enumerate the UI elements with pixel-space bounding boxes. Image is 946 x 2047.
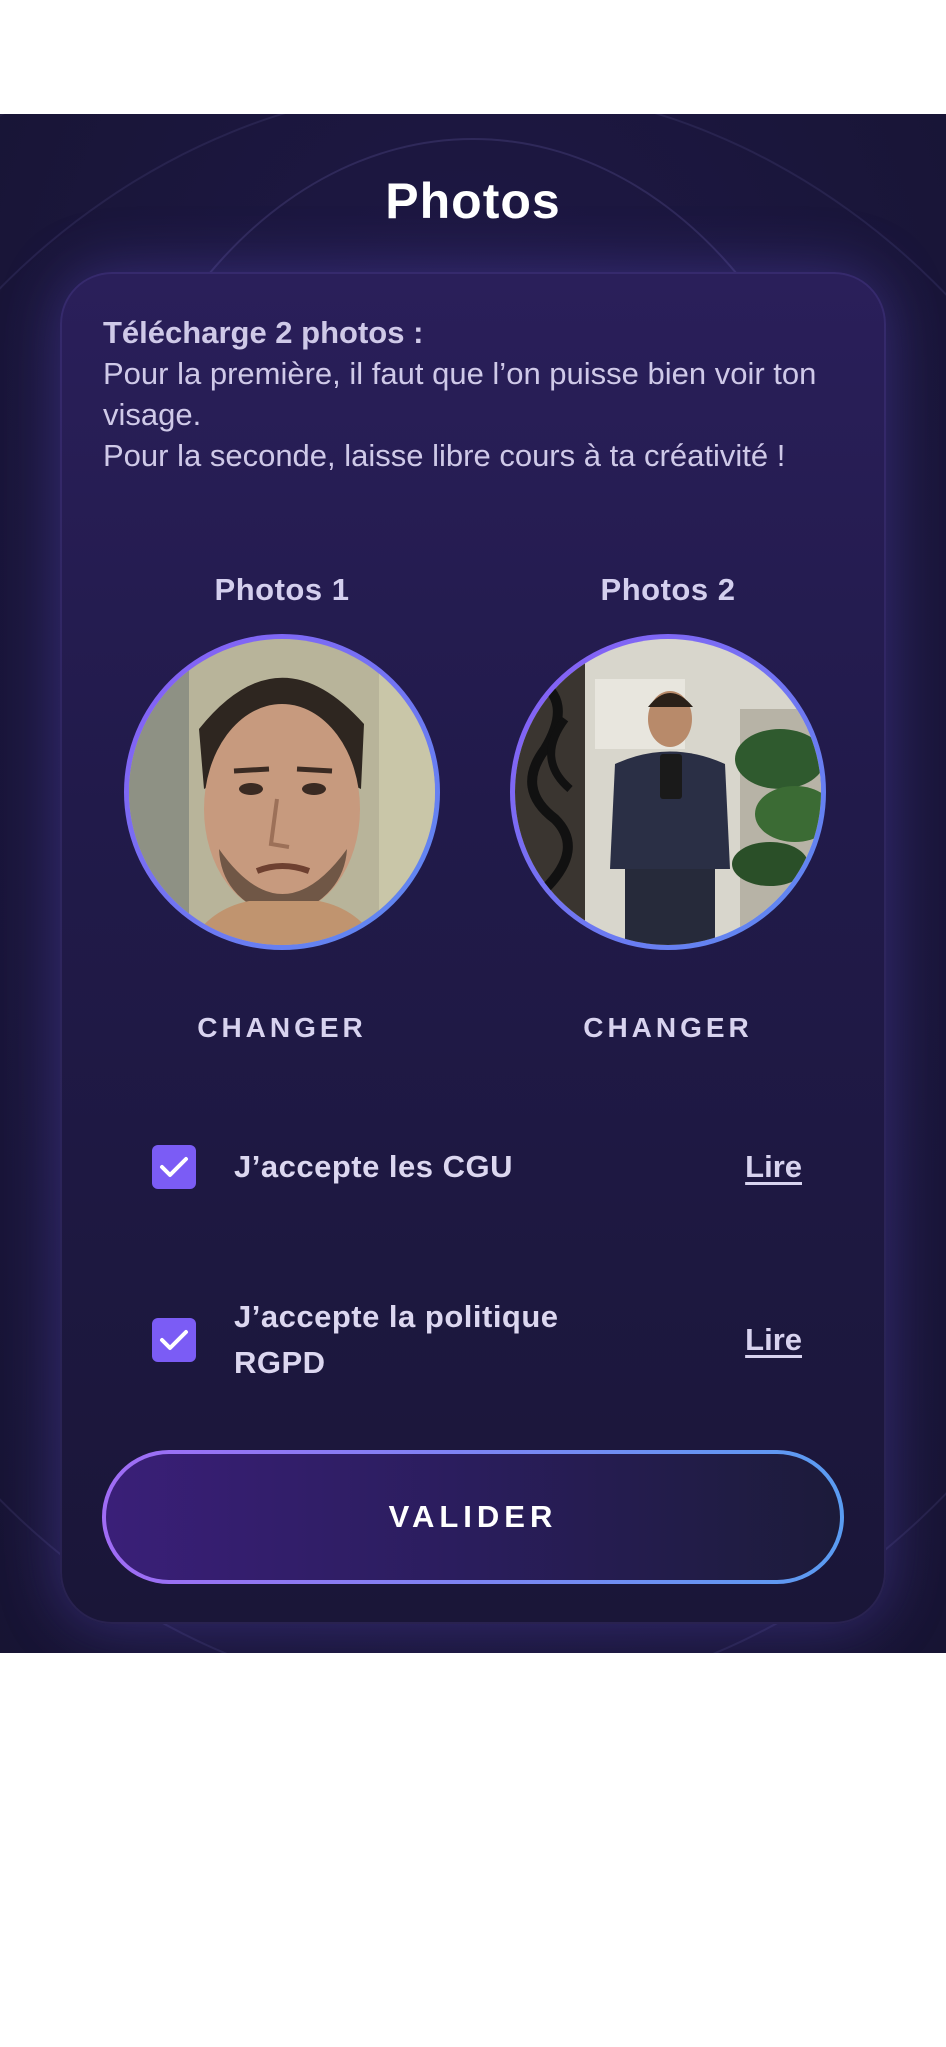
status-area <box>0 0 946 114</box>
consent-cgu: J’accepte les CGU Lire <box>152 1144 802 1190</box>
validate-button-label: VALIDER <box>106 1454 840 1580</box>
photo-label: Photos 1 <box>214 572 350 607</box>
bottom-area <box>0 1653 946 2047</box>
photo-slot-2: Photos 2 CHANGER <box>510 572 826 1044</box>
face-photo <box>129 639 435 945</box>
rgpd-label: J’accepte la politique RGPD <box>234 1299 559 1380</box>
photo-label: Photos 2 <box>600 572 736 607</box>
check-icon <box>160 1330 188 1350</box>
intro-line: Pour la première, il faut que l’on puiss… <box>103 356 817 432</box>
rgpd-checkbox[interactable] <box>152 1318 196 1362</box>
cgu-label: J’accepte les CGU <box>234 1149 514 1184</box>
change-photo-button[interactable]: CHANGER <box>510 1012 826 1044</box>
consent-rgpd: J’accepte la politique RGPD Lire <box>152 1294 802 1386</box>
page-title: Photos <box>385 173 561 229</box>
cgu-checkbox[interactable] <box>152 1145 196 1189</box>
photo-slot-1: Photos 1 CHANGER <box>124 572 440 1044</box>
read-rgpd-link[interactable]: Lire <box>745 1322 802 1358</box>
mirror-selfie-photo <box>515 639 821 945</box>
intro-text: Télécharge 2 photos : Pour la première, … <box>103 312 863 476</box>
intro-heading: Télécharge 2 photos : <box>103 315 424 350</box>
photos-card: Télécharge 2 photos : Pour la première, … <box>60 272 886 1624</box>
photos-screen: Photos Télécharge 2 photos : Pour la pre… <box>0 114 946 1653</box>
photo-frame[interactable] <box>124 634 440 950</box>
intro-line: Pour la seconde, laisse libre cours à ta… <box>103 438 786 473</box>
photo-frame[interactable] <box>510 634 826 950</box>
read-cgu-link[interactable]: Lire <box>745 1149 802 1185</box>
change-photo-button[interactable]: CHANGER <box>124 1012 440 1044</box>
check-icon <box>160 1157 188 1177</box>
validate-button[interactable]: VALIDER <box>102 1450 844 1584</box>
